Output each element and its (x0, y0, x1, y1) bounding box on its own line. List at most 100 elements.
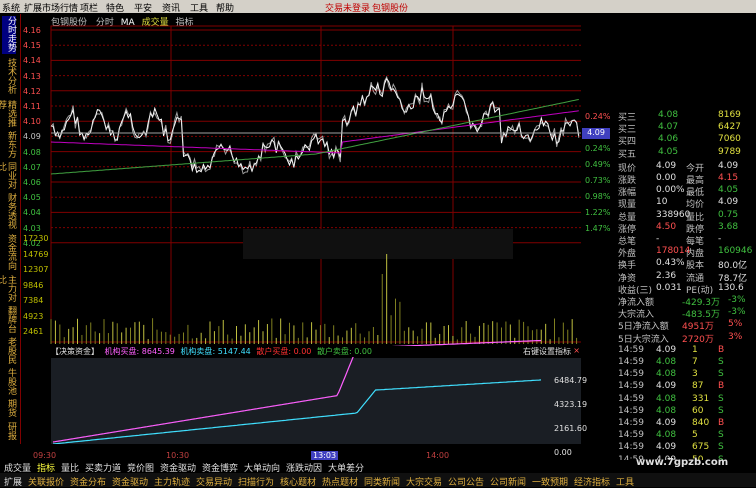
volume-axis-label: 2461 (23, 327, 44, 336)
stat-label: 现价 (618, 163, 637, 174)
price-axis-label: 4.10 (23, 117, 41, 127)
watermark: www.7gpzb.com (636, 457, 729, 468)
chart-area[interactable]: 包钢股份 分时 MA 成交量 指标 4.16 4.15 4.14 4.13 4.12 4.… (21, 14, 587, 460)
tick-side: S (718, 442, 724, 453)
tab-bull-pool[interactable]: 牛股池 (2, 368, 16, 396)
bid-volume: 7060 (718, 134, 741, 145)
retail-sell-value: 0.00 (354, 347, 372, 356)
tick-price: 4.08 (656, 369, 677, 380)
tick-time: 14:59 (618, 405, 644, 416)
time-axis-label: 13:03 (311, 451, 339, 460)
tab-research[interactable]: 研报 (2, 422, 16, 442)
hidden-info-box (243, 229, 513, 259)
extension-tab[interactable]: 交易异动 (196, 475, 232, 488)
tab-technical[interactable]: 技术分析 (2, 58, 16, 96)
tick-side: B (718, 418, 725, 428)
intraday-chart-svg[interactable] (21, 14, 581, 444)
stat-value: 0.00% (656, 185, 685, 196)
right-click-hint[interactable]: 右键设置指标 (523, 346, 571, 357)
volume-axis-label: 4923 (23, 311, 44, 321)
stat-label: 股本 (686, 261, 705, 272)
inst-sell-value: 5147.44 (217, 347, 251, 356)
stat-value: 130.6 (718, 282, 744, 293)
extension-tab[interactable]: 热点题材 (322, 475, 358, 488)
stat-label: 总笔 (618, 237, 637, 247)
tick-price: 4.08 (656, 430, 677, 441)
tick-volume: 87 (692, 381, 704, 392)
extension-tab[interactable]: 一致预期 (532, 475, 568, 488)
extension-tab[interactable]: 主力轨迹 (154, 475, 190, 488)
decision-axis-label: 2161.60 (554, 424, 588, 433)
extension-tab[interactable]: 扩展 (4, 475, 22, 488)
extension-tab[interactable]: 经济指标 (574, 475, 610, 488)
tick-side: B (718, 344, 725, 355)
tab-new-east[interactable]: 新东方 (2, 131, 16, 159)
price-axis-label: 4.11 (23, 102, 41, 111)
tick-price: 4.09 (656, 418, 677, 428)
tick-time: 14:59 (618, 381, 644, 392)
tick-volume: 675 (692, 442, 710, 453)
extension-tab[interactable]: 公司新闻 (490, 475, 526, 488)
extension-tab[interactable]: 资金驱动 (112, 475, 148, 488)
menu-system[interactable]: 系统 (2, 1, 20, 14)
tick-time: 14:59 (618, 430, 644, 441)
tick-price: 4.08 (656, 393, 677, 404)
tick-time: 14:59 (618, 442, 644, 453)
tick-time: 14:59 (618, 344, 644, 355)
extension-tab[interactable]: 核心题材 (280, 475, 316, 488)
stat-label: 内盘 (686, 249, 705, 260)
decision-axis-label: 0.00 (554, 448, 572, 457)
tab-veteran[interactable]: 老股民 (2, 337, 16, 365)
menu-info[interactable]: 资讯 (162, 1, 180, 14)
extension-tab[interactable]: 扫描行为 (238, 475, 274, 488)
menu-pingan[interactable]: 平安 (134, 1, 152, 14)
flow-value: -429.3万 (682, 298, 721, 308)
tab-futures[interactable]: 期货 (2, 399, 16, 419)
bid-level-label: 买三 (618, 125, 637, 136)
tab-picks[interactable]: 精选推荐 (0, 100, 16, 128)
flow-label: 5日大宗流入 (618, 334, 669, 345)
tab-finance[interactable]: 财务透视 (2, 193, 16, 231)
close-icon[interactable]: × (573, 346, 580, 355)
stat-label: 外盘 (618, 249, 637, 260)
extension-tab[interactable]: 公司公告 (448, 475, 484, 488)
extension-tab[interactable]: 工具 (616, 475, 634, 488)
stat-label: 量比 (686, 212, 705, 223)
menu-columns[interactable]: 项栏 (80, 1, 98, 14)
menu-help[interactable]: 帮助 (216, 1, 234, 14)
time-axis-label: 14:00 (426, 451, 450, 460)
tab-peer[interactable]: 同业对比 (0, 162, 16, 190)
decision-panel-header: 【决策资金】 机构买盘: 8645.39 机构卖盘: 5147.44 散户买盘:… (51, 346, 581, 357)
tab-fund-flow[interactable]: 资金流向 (2, 234, 16, 272)
extension-tab[interactable]: 同类新闻 (364, 475, 400, 488)
menu-tools[interactable]: 工具 (190, 1, 208, 14)
tick-volume: 331 (692, 393, 710, 404)
tab-flip[interactable]: 翻牌台 (2, 306, 16, 334)
pct-axis-label: 0.49% (585, 160, 611, 169)
price-axis-label: 4.08 (23, 147, 41, 157)
menu-features[interactable]: 特色 (106, 1, 124, 14)
pct-axis-label: 0.24% (585, 144, 611, 153)
bid-volume: 8169 (718, 110, 741, 120)
menu-extended-market[interactable]: 扩展市场行情 (24, 1, 78, 14)
price-axis-label: 4.12 (23, 86, 41, 96)
stat-value: 0.00 (656, 173, 677, 183)
extension-tab[interactable]: 资金分布 (70, 475, 106, 488)
retail-buy-label: 散户买盘 (256, 347, 289, 356)
stat-value: 0.43% (656, 258, 685, 269)
price-axis-label: 4.14 (23, 56, 41, 66)
flow-value: 4951万 (682, 322, 714, 333)
extension-tab[interactable]: 大宗交易 (406, 475, 442, 488)
stat-value: 0.031 (656, 282, 682, 293)
tab-intraday[interactable]: 分时走势 (2, 16, 16, 54)
price-line-secondary (50, 75, 580, 175)
tick-volume: 1 (692, 344, 698, 355)
volume-axis-label: 17230 (23, 234, 49, 243)
stat-value: 80.0亿 (718, 261, 748, 272)
tick-price: 4.08 (656, 405, 677, 416)
tab-main-compare[interactable]: 主力对比 (0, 275, 16, 303)
trade-login-status[interactable]: 交易未登录 (325, 1, 370, 14)
extension-tab[interactable]: 关联报价 (28, 475, 64, 488)
volume-bars (50, 254, 578, 344)
volume-axis-label: 7384 (23, 296, 44, 305)
